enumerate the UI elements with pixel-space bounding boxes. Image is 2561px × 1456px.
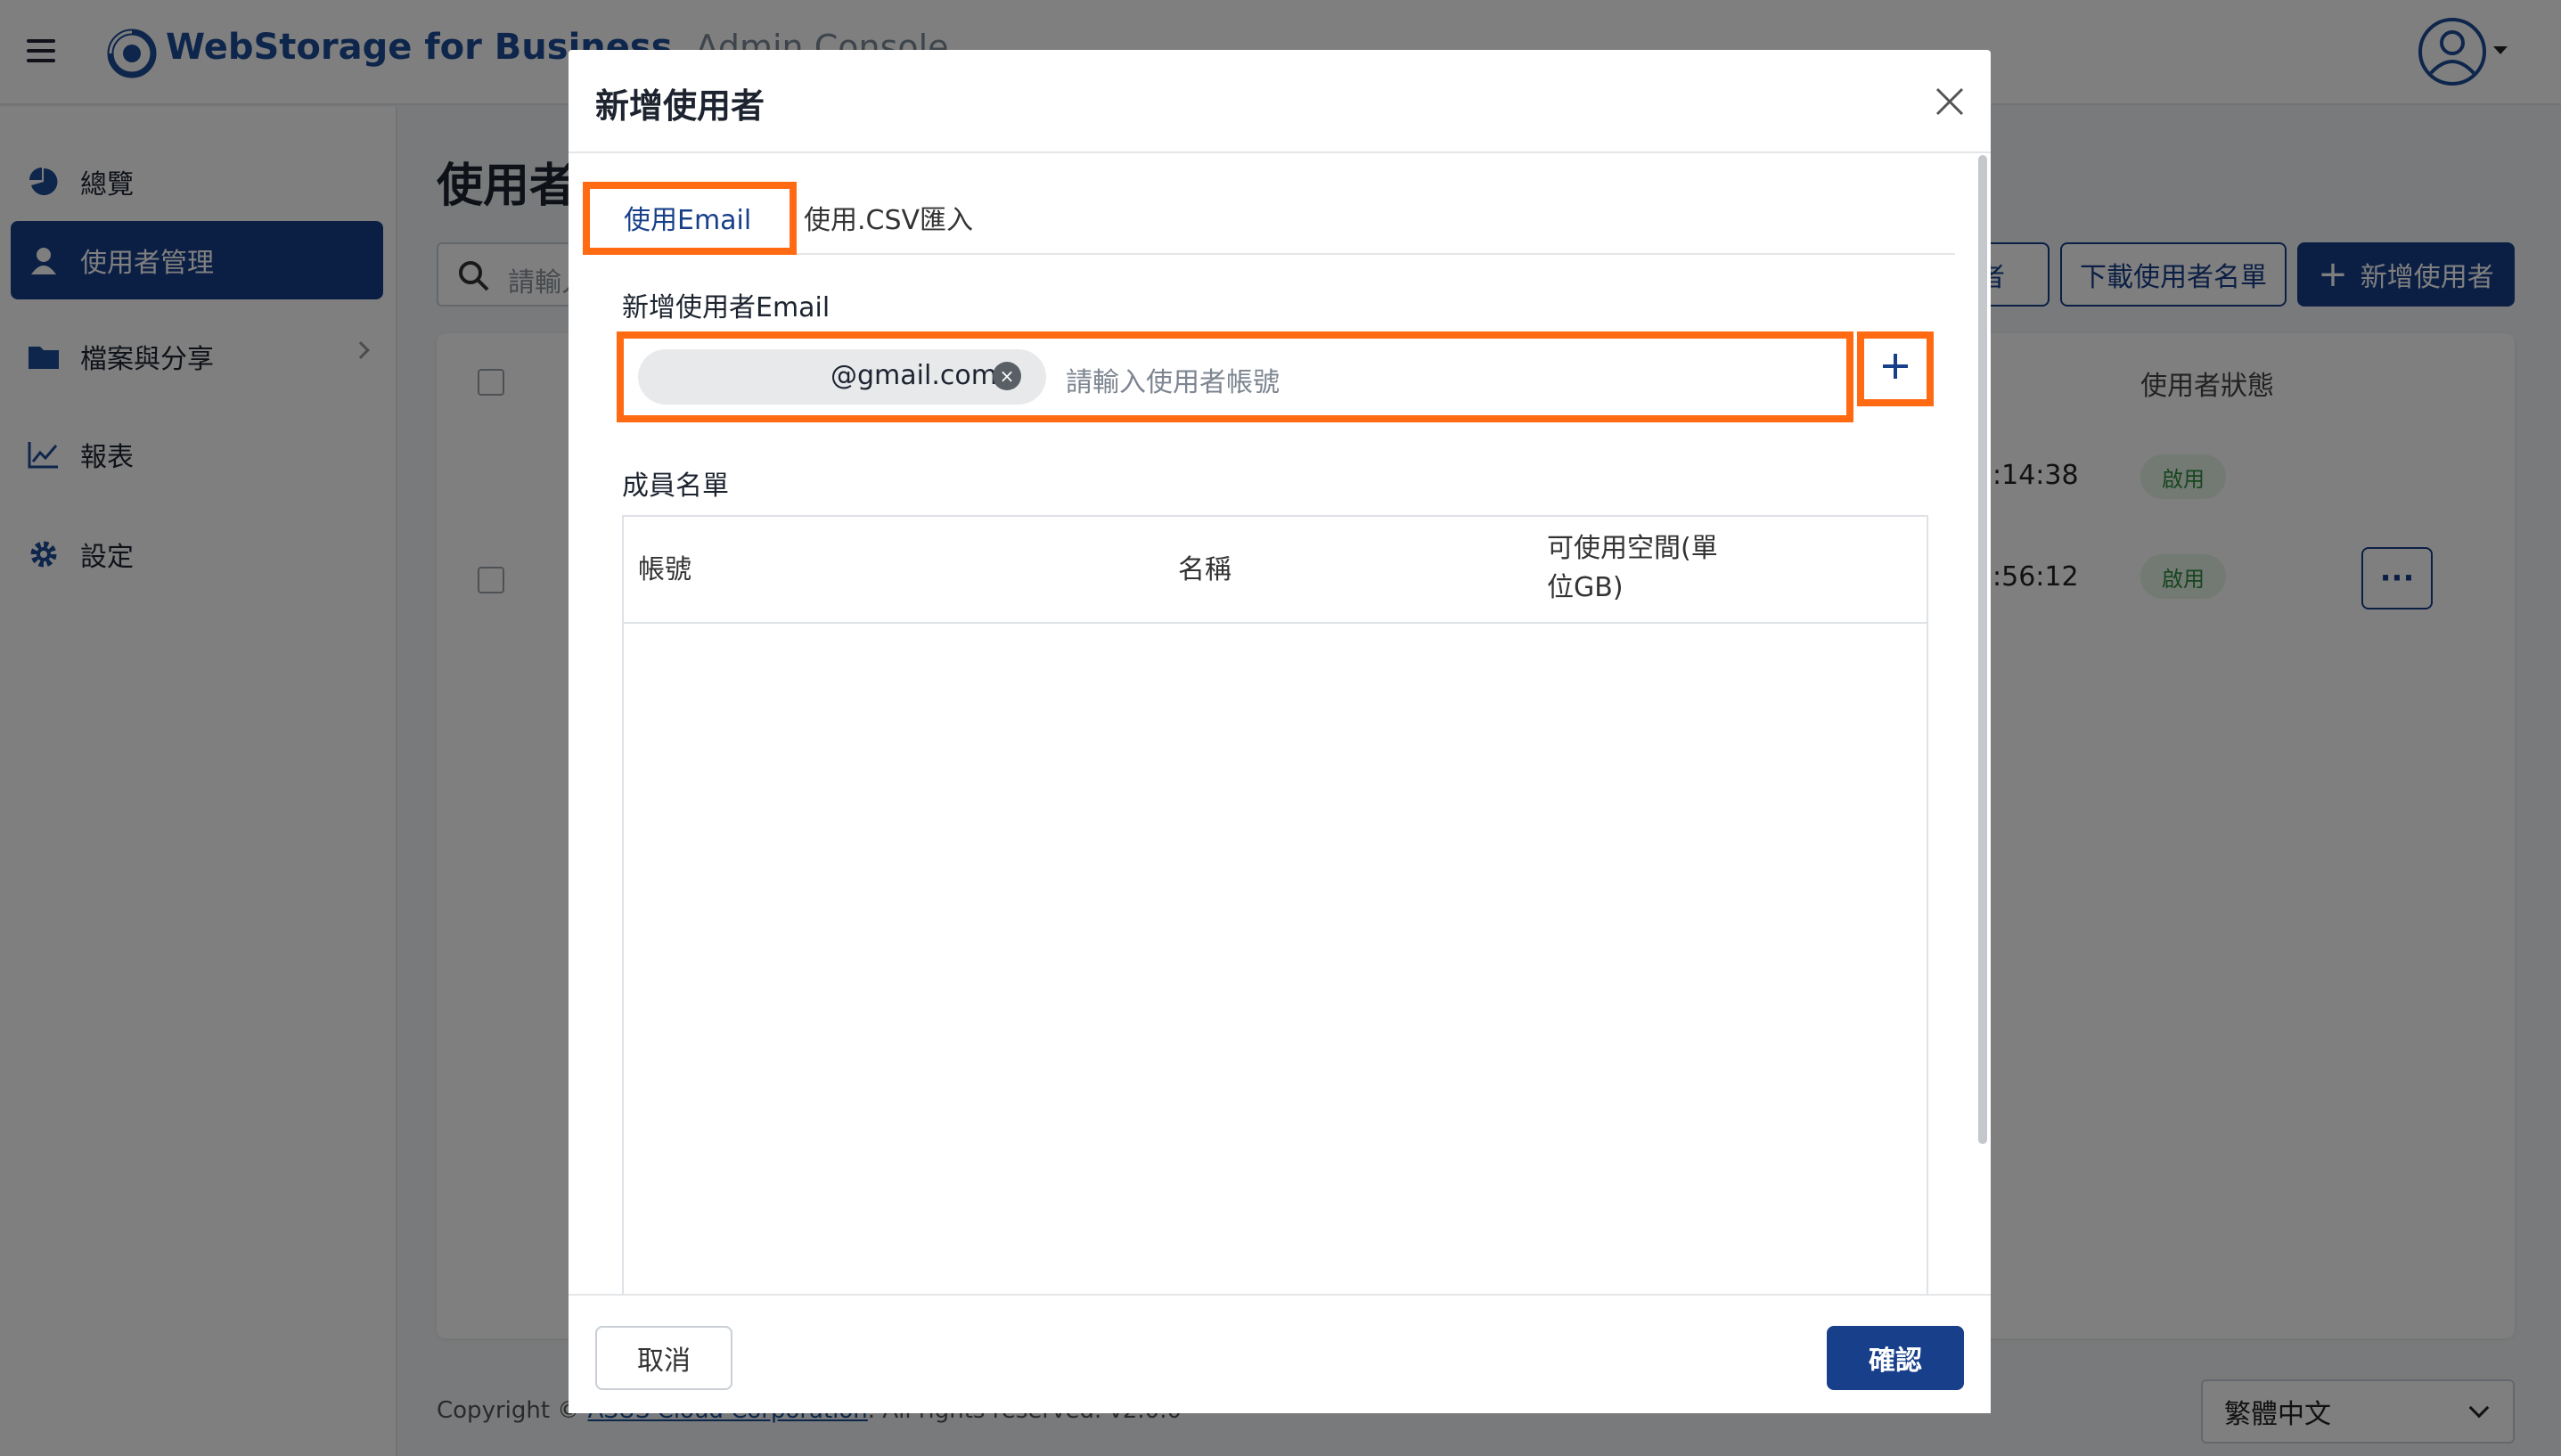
- confirm-button[interactable]: 確認: [1827, 1326, 1964, 1390]
- cancel-button[interactable]: 取消: [595, 1326, 732, 1390]
- column-quota: 可使用空間(單位GB): [1547, 533, 1718, 603]
- close-icon[interactable]: [1932, 84, 1968, 119]
- chip-remove-icon[interactable]: ×: [993, 362, 1021, 390]
- tab-divider: [595, 253, 1955, 255]
- email-placeholder[interactable]: 請輸入使用者帳號: [1066, 360, 1280, 399]
- dialog-scrollbar[interactable]: [1978, 155, 1987, 1144]
- dialog-footer: 取消 確認: [569, 1294, 1991, 1413]
- email-field-label: 新增使用者Email: [622, 292, 830, 323]
- dialog-title: 新增使用者: [595, 86, 765, 126]
- member-table-header: 帳號 名稱 可使用空間(單位GB): [624, 517, 1927, 624]
- plus-icon: [1883, 354, 1908, 379]
- member-list-label: 成員名單: [622, 470, 729, 502]
- member-table: 帳號 名稱 可使用空間(單位GB): [622, 515, 1928, 1296]
- dialog-header: 新增使用者: [569, 50, 1991, 153]
- highlight-email-tab-frame: [583, 182, 797, 255]
- email-chip-text: @gmail.com: [830, 360, 997, 391]
- tab-use-csv[interactable]: 使用.CSV匯入: [804, 191, 973, 244]
- column-account: 帳號: [638, 554, 691, 585]
- column-name: 名稱: [1178, 554, 1231, 585]
